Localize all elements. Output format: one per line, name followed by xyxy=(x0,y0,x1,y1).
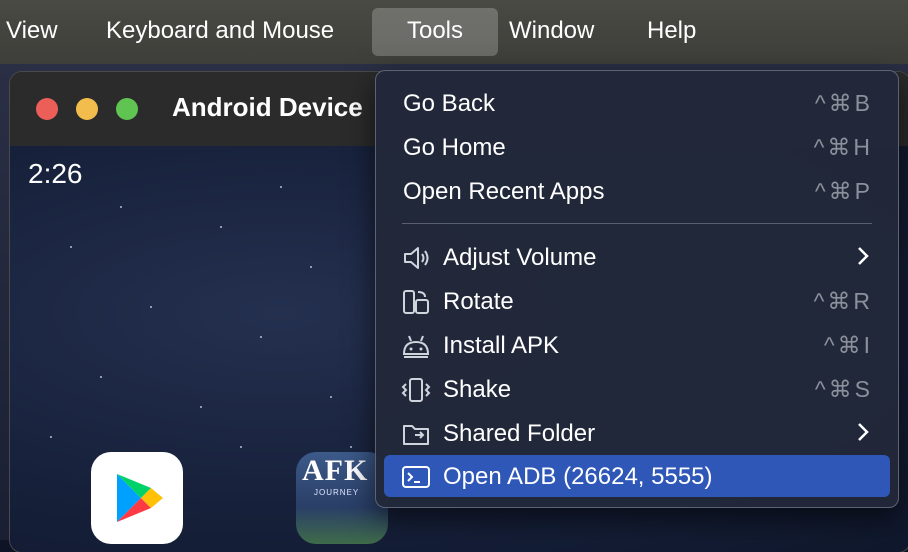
terminal-icon xyxy=(402,466,430,488)
menu-item-label: Open Recent Apps xyxy=(403,178,605,205)
menu-tools[interactable]: Tools xyxy=(372,8,498,56)
shortcut-label: ^⌘S xyxy=(814,376,873,402)
menu-separator xyxy=(402,223,872,224)
menu-item-install-apk[interactable]: Install APK ^⌘I xyxy=(384,324,890,366)
menu-item-label: Go Home xyxy=(403,134,506,161)
menu-item-open-recent-apps[interactable]: Open Recent Apps ^⌘P xyxy=(384,170,890,212)
menu-item-adjust-volume[interactable]: Adjust Volume xyxy=(384,236,890,278)
menu-item-shake[interactable]: Shake ^⌘S xyxy=(384,368,890,410)
menu-item-rotate[interactable]: Rotate ^⌘R xyxy=(384,280,890,322)
chevron-right-icon xyxy=(858,247,869,265)
menu-item-label: Go Back xyxy=(403,90,496,117)
chevron-right-icon xyxy=(858,423,869,441)
tools-menu: Go Back ^⌘B Go Home ^⌘H Open Recent Apps… xyxy=(375,70,899,508)
menu-item-label: Open ADB (26624, 5555) xyxy=(443,463,713,490)
afk-app-logo-text: AFK xyxy=(302,454,369,487)
menu-item-shared-folder[interactable]: Shared Folder xyxy=(384,412,890,454)
shortcut-label: ^⌘R xyxy=(813,288,873,314)
folder-icon xyxy=(403,425,429,445)
google-play-app-icon[interactable] xyxy=(91,452,183,544)
menu-bar: View Keyboard and Mouse Tools Window Hel… xyxy=(0,0,908,65)
menu-view[interactable]: View xyxy=(0,8,70,56)
shortcut-label: ^⌘B xyxy=(814,90,873,116)
zoom-button[interactable] xyxy=(116,98,138,120)
shortcut-label: ^⌘H xyxy=(813,134,873,160)
minimize-button[interactable] xyxy=(76,98,98,120)
menu-item-label: Adjust Volume xyxy=(443,244,597,271)
menu-item-open-adb[interactable]: Open ADB (26624, 5555) xyxy=(384,455,890,497)
menu-keyboard-and-mouse[interactable]: Keyboard and Mouse xyxy=(94,8,346,56)
menu-help[interactable]: Help xyxy=(635,8,708,56)
google-play-icon xyxy=(117,474,163,522)
window-title: Android Device xyxy=(172,92,363,122)
close-button[interactable] xyxy=(36,98,58,120)
menu-item-go-home[interactable]: Go Home ^⌘H xyxy=(384,126,890,168)
menu-item-label: Shake xyxy=(443,376,512,403)
shake-icon xyxy=(401,378,431,402)
menu-item-label: Install APK xyxy=(443,332,560,359)
rotate-icon xyxy=(403,290,429,314)
menu-item-label: Shared Folder xyxy=(443,420,596,447)
menu-window[interactable]: Window xyxy=(497,8,606,56)
shortcut-label: ^⌘I xyxy=(823,332,873,358)
status-clock: 2:26 xyxy=(28,158,83,189)
menu-item-label: Rotate xyxy=(443,288,514,315)
speaker-icon xyxy=(404,247,429,269)
menu-item-go-back[interactable]: Go Back ^⌘B xyxy=(384,82,890,124)
afk-app-subtitle: JOURNEY xyxy=(314,488,360,497)
android-icon xyxy=(402,335,430,358)
shortcut-label: ^⌘P xyxy=(814,178,873,204)
